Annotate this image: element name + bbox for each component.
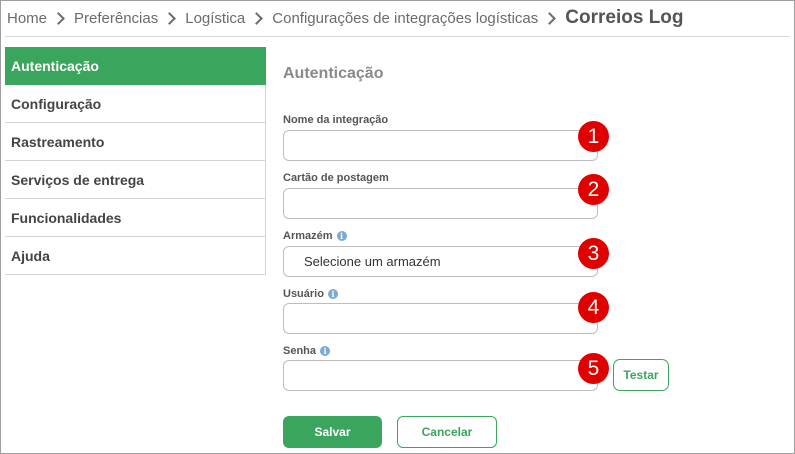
- warehouse-select-value: Selecione um armazém: [304, 254, 441, 269]
- step-marker-2: 2: [578, 174, 609, 205]
- sidebar-item-delivery-services[interactable]: Serviços de entrega: [5, 161, 266, 199]
- breadcrumb-divider: [5, 36, 790, 37]
- step-marker-5: 5: [578, 353, 609, 384]
- info-icon[interactable]: i: [320, 346, 331, 356]
- breadcrumb-integration-settings[interactable]: Configurações de integrações logísticas: [272, 10, 538, 27]
- step-marker-3: 3: [578, 238, 609, 269]
- password-label: Senha i: [283, 345, 331, 357]
- info-icon[interactable]: i: [327, 289, 338, 299]
- integration-name-label-text: Nome da integração: [283, 114, 389, 126]
- user-input[interactable]: [283, 303, 598, 334]
- info-icon[interactable]: i: [336, 231, 347, 241]
- warehouse-select[interactable]: Selecione um armazém: [283, 246, 598, 277]
- integration-name-label: Nome da integração: [283, 114, 388, 126]
- test-button[interactable]: Testar: [613, 359, 669, 391]
- user-label: Usuário i: [283, 288, 338, 300]
- sidebar: Autenticação Configuração Rastreamento S…: [5, 47, 266, 275]
- password-label-text: Senha: [283, 345, 317, 357]
- cancel-button[interactable]: Cancelar: [397, 416, 497, 448]
- posting-card-input[interactable]: [283, 188, 598, 219]
- breadcrumb-logistics[interactable]: Logística: [185, 10, 245, 27]
- integration-name-input[interactable]: [283, 130, 598, 161]
- sidebar-item-features[interactable]: Funcionalidades: [5, 199, 266, 237]
- sidebar-item-authentication[interactable]: Autenticação: [5, 47, 266, 85]
- sidebar-item-help[interactable]: Ajuda: [5, 237, 266, 275]
- password-input[interactable]: [283, 360, 598, 391]
- posting-card-label: Cartão de postagem: [283, 172, 389, 184]
- chevron-right-icon: [250, 11, 264, 25]
- page-title: Correios Log: [565, 7, 684, 28]
- chevron-right-icon: [543, 11, 557, 25]
- step-marker-4: 4: [578, 292, 609, 323]
- sidebar-item-configuration[interactable]: Configuração: [5, 85, 266, 123]
- step-marker-1: 1: [578, 121, 609, 152]
- sidebar-item-tracking[interactable]: Rastreamento: [5, 123, 266, 161]
- user-label-text: Usuário: [283, 288, 324, 300]
- chevron-right-icon: [52, 11, 65, 25]
- breadcrumb-preferences[interactable]: Preferências: [74, 10, 158, 27]
- warehouse-label-text: Armazém: [283, 230, 333, 242]
- breadcrumb: Home Preferências Logística Configuraçõe…: [7, 5, 684, 31]
- chevron-right-icon: [163, 11, 177, 25]
- breadcrumb-home[interactable]: Home: [7, 10, 47, 27]
- section-title: Autenticação: [283, 65, 384, 82]
- warehouse-label: Armazém i: [283, 230, 347, 242]
- save-button[interactable]: Salvar: [283, 416, 382, 448]
- posting-card-label-text: Cartão de postagem: [283, 172, 389, 184]
